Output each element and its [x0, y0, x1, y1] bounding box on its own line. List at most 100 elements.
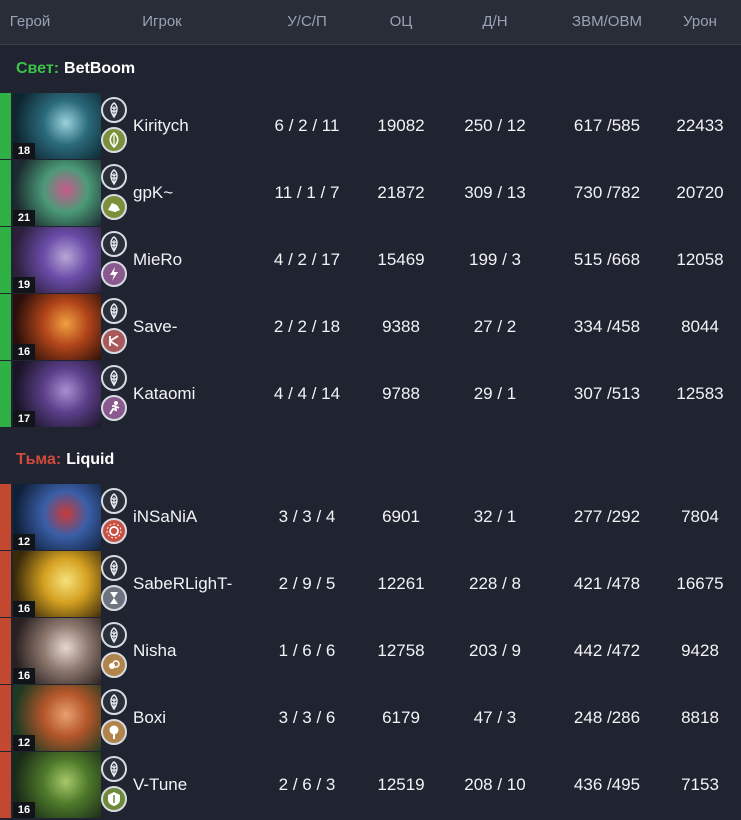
lh-dn-cell: 47 / 3	[473, 708, 517, 727]
damage-cell: 7804	[681, 507, 719, 526]
player-row[interactable]: 16 SabeRLighT- 2 / 9 / 5 12261 228 / 8 421 /4…	[0, 551, 741, 618]
team-spacer	[0, 428, 741, 436]
lh-dn-cell: 27 / 2	[473, 317, 517, 336]
gpm-xpm-cell: 334 /458	[573, 317, 641, 336]
lh-dn-cell: 32 / 1	[473, 507, 517, 526]
damage-cell: 8818	[681, 708, 719, 727]
col-lh-dn[interactable]: Д/Н	[454, 0, 536, 44]
kda-cell: 6 / 2 / 11	[274, 116, 340, 135]
col-kda[interactable]: У/С/П	[266, 0, 348, 44]
damage-cell: 12058	[676, 250, 724, 269]
hero-portrait[interactable]: 19	[13, 227, 101, 293]
hero-level: 16	[13, 668, 35, 684]
team-color-bar	[0, 618, 11, 684]
player-name[interactable]: iNSaNiA	[133, 484, 197, 550]
hourglass-icon	[101, 585, 127, 611]
networth-cell: 19082	[377, 116, 425, 135]
gpm-xpm-cell: 307 /513	[573, 384, 641, 403]
hero-level: 12	[13, 735, 35, 751]
team-emblem-icon	[101, 689, 127, 715]
player-name[interactable]: Kataomi	[133, 361, 195, 427]
networth-cell: 6901	[382, 507, 420, 526]
hero-portrait[interactable]: 16	[13, 752, 101, 818]
team-label: Тьма: Liquid	[0, 436, 741, 484]
team-emblem-icon	[101, 97, 127, 123]
team-side: Тьма:	[16, 451, 62, 468]
col-networth[interactable]: ОЦ	[360, 0, 442, 44]
leaf-icon	[101, 127, 127, 153]
lh-dn-cell: 203 / 9	[469, 641, 521, 660]
table-header: Герой Игрок У/С/П ОЦ Д/Н ЗВМ/ОВМ Урон	[0, 0, 741, 45]
hero-level: 21	[13, 210, 35, 226]
team-color-bar	[0, 227, 11, 293]
player-name[interactable]: Kiritych	[133, 93, 189, 159]
team-label: Свет: BetBoom	[0, 45, 741, 93]
col-damage[interactable]: Урон	[663, 0, 737, 44]
hero-portrait[interactable]: 18	[13, 93, 101, 159]
team-emblem-icon	[101, 756, 127, 782]
player-row[interactable]: 21 gpK~ 11 / 1 / 7 21872 309 / 13 730 /782 207…	[0, 160, 741, 227]
hero-portrait[interactable]: 16	[13, 294, 101, 360]
hero-level: 16	[13, 802, 35, 818]
gpm-xpm-cell: 442 /472	[573, 641, 641, 660]
networth-cell: 9788	[382, 384, 420, 403]
damage-cell: 12583	[676, 384, 724, 403]
player-name[interactable]: MieRo	[133, 227, 182, 293]
player-row[interactable]: 16 Save- 2 / 2 / 18 9388 27 / 2 334 /458 8044	[0, 294, 741, 361]
gpm-xpm-cell: 436 /495	[573, 775, 641, 794]
player-name[interactable]: Save-	[133, 294, 177, 360]
player-row[interactable]: 12 Boxi 3 / 3 / 6 6179 47 / 3 248 /286 8818	[0, 685, 741, 752]
team-name: Liquid	[66, 451, 115, 468]
networth-cell: 21872	[377, 183, 425, 202]
damage-cell: 20720	[676, 183, 724, 202]
lh-dn-cell: 250 / 12	[464, 116, 526, 135]
player-row[interactable]: 18 Kiritych 6 / 2 / 11 19082 250 / 12 617 /58…	[0, 93, 741, 160]
player-row[interactable]: 16 V-Tune 2 / 6 / 3 12519 208 / 10 436 /495 71…	[0, 752, 741, 819]
gpm-xpm-cell: 730 /782	[573, 183, 641, 202]
player-name[interactable]: gpK~	[133, 160, 173, 226]
player-name[interactable]: Boxi	[133, 685, 166, 751]
col-gpm-xpm[interactable]: ЗВМ/ОВМ	[551, 0, 663, 44]
lh-dn-cell: 228 / 8	[469, 574, 521, 593]
player-name[interactable]: Nisha	[133, 618, 176, 684]
team-emblem-icon	[101, 298, 127, 324]
networth-cell: 12261	[377, 574, 425, 593]
player-name[interactable]: V-Tune	[133, 752, 187, 818]
team-emblem-icon	[101, 488, 127, 514]
bolt-icon	[101, 261, 127, 287]
hero-portrait[interactable]: 16	[13, 551, 101, 617]
damage-cell: 16675	[676, 574, 724, 593]
networth-cell: 9388	[382, 317, 420, 336]
col-hero[interactable]: Герой	[0, 0, 60, 44]
kda-cell: 11 / 1 / 7	[274, 183, 340, 202]
lh-dn-cell: 199 / 3	[469, 250, 521, 269]
team-emblem-icon	[101, 231, 127, 257]
player-row[interactable]: 12 iNSaNiA 3 / 3 / 4 6901 32 / 1 277 /292 7804	[0, 484, 741, 551]
lh-dn-cell: 309 / 13	[464, 183, 526, 202]
player-name[interactable]: SabeRLighT-	[133, 551, 232, 617]
coins-icon	[101, 652, 127, 678]
runner-icon	[101, 395, 127, 421]
hero-portrait[interactable]: 21	[13, 160, 101, 226]
team-emblem-icon	[101, 365, 127, 391]
gpm-xpm-cell: 617 /585	[573, 116, 641, 135]
team-color-bar	[0, 361, 11, 427]
hero-portrait[interactable]: 17	[13, 361, 101, 427]
player-row[interactable]: 19 MieRo 4 / 2 / 17 15469 199 / 3 515 /668 120…	[0, 227, 741, 294]
rock-icon	[101, 194, 127, 220]
team-color-bar	[0, 294, 11, 360]
damage-cell: 7153	[681, 775, 719, 794]
lh-dn-cell: 208 / 10	[464, 775, 526, 794]
col-player[interactable]: Игрок	[126, 0, 198, 44]
kda-cell: 2 / 6 / 3	[278, 775, 336, 794]
tree-icon	[101, 719, 127, 745]
kda-cell: 2 / 2 / 18	[273, 317, 341, 336]
kda-cell: 1 / 6 / 6	[278, 641, 336, 660]
player-row[interactable]: 17 Kataomi 4 / 4 / 14 9788 29 / 1 307 /513 125…	[0, 361, 741, 428]
hero-portrait[interactable]: 16	[13, 618, 101, 684]
hero-level: 12	[13, 534, 35, 550]
player-row[interactable]: 16 Nisha 1 / 6 / 6 12758 203 / 9 442 /472 9428	[0, 618, 741, 685]
damage-cell: 9428	[681, 641, 719, 660]
hero-portrait[interactable]: 12	[13, 685, 101, 751]
hero-portrait[interactable]: 12	[13, 484, 101, 550]
